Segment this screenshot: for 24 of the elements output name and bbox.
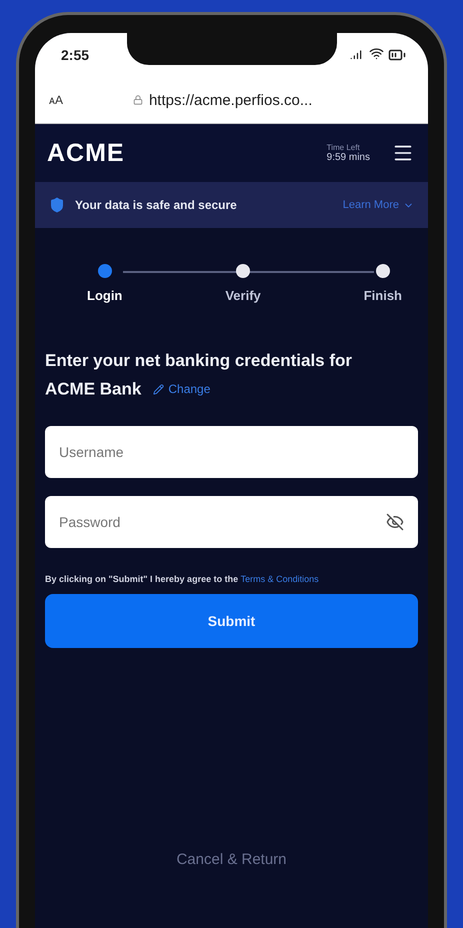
lock-icon xyxy=(132,95,143,105)
password-field[interactable]: Password xyxy=(45,496,418,548)
hide-password-icon[interactable] xyxy=(386,512,404,530)
step-label: Verify xyxy=(225,288,261,303)
text-size-button[interactable]: ᴀA xyxy=(49,93,63,107)
cancel-link[interactable]: Cancel & Return xyxy=(176,851,287,868)
change-link[interactable]: Change xyxy=(153,375,210,403)
timer-label: Time Left xyxy=(326,143,361,152)
clock-time: 2:55 xyxy=(61,47,90,63)
security-message: Your data is safe and secure xyxy=(75,198,238,212)
shield-icon xyxy=(49,197,65,213)
step-label: Login xyxy=(87,288,122,303)
terms-link[interactable]: Terms & Conditions xyxy=(240,574,319,584)
step-label: Finish xyxy=(364,288,402,303)
username-field[interactable]: Username xyxy=(45,426,418,478)
submit-button[interactable]: Submit xyxy=(45,594,418,648)
url-text[interactable]: https://acme.perfios.co... xyxy=(148,92,312,108)
pencil-icon xyxy=(153,384,164,394)
logo-text: ACME xyxy=(47,138,126,168)
timer-value: 9:59 mins xyxy=(326,152,370,163)
wifi-icon xyxy=(369,46,384,61)
credentials-heading: Enter your net banking credentials for ACME Bank Change xyxy=(45,347,388,404)
learn-more-link[interactable]: Learn More xyxy=(342,199,414,211)
terms-notice: By clicking on "Submit" I hereby agree to the Terms & Conditions xyxy=(45,574,320,584)
